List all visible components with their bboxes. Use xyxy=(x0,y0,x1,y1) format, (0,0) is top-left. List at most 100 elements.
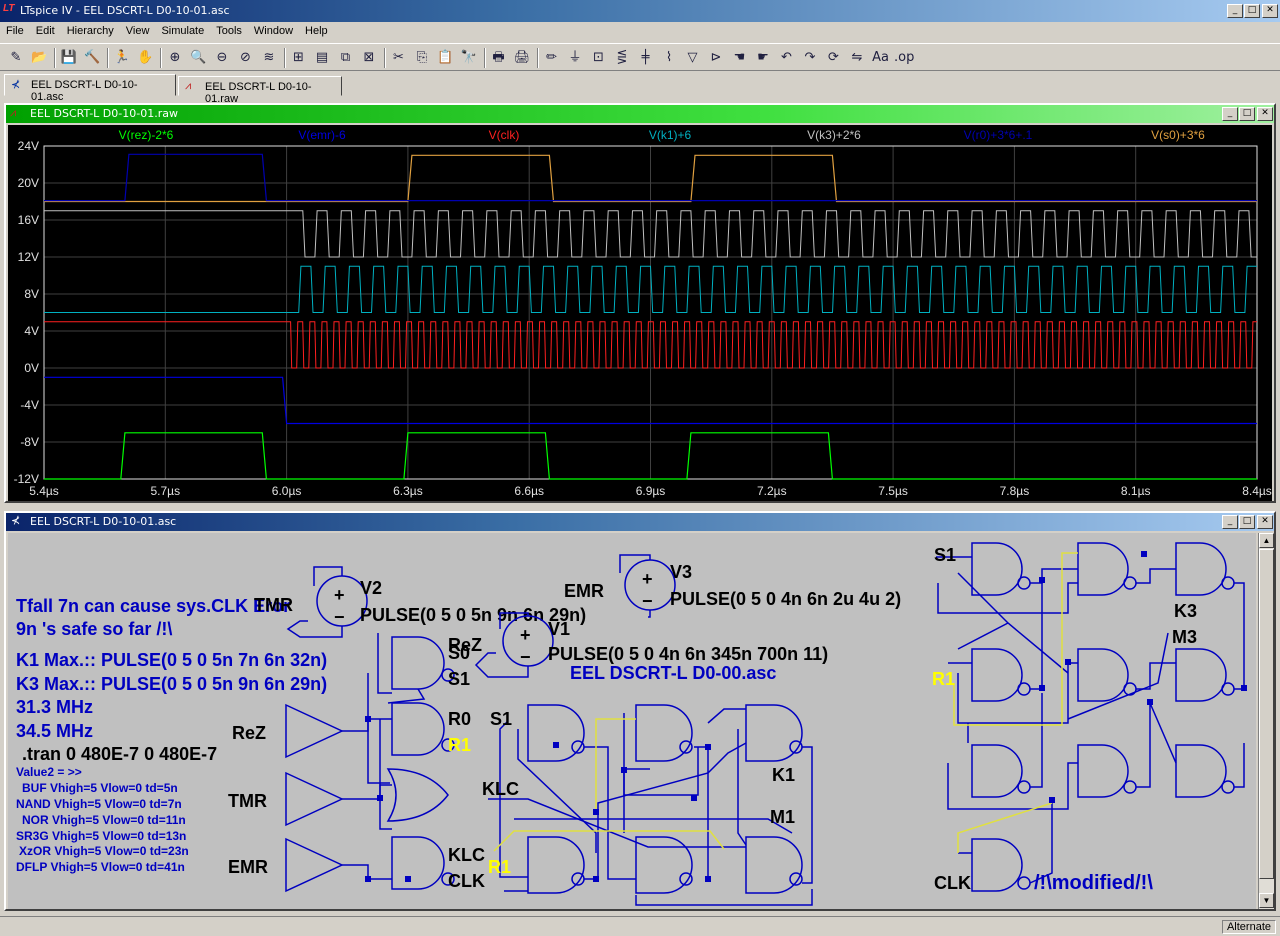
text-icon[interactable]: Aa xyxy=(871,48,891,68)
rotate-icon[interactable]: ⟳ xyxy=(824,48,844,68)
net-label: R1 xyxy=(932,669,955,689)
gate-matrix-right[interactable] xyxy=(936,542,1245,892)
toolbar-separator xyxy=(160,48,162,68)
open-icon[interactable]: 📂 xyxy=(30,48,50,68)
net-label: R1 xyxy=(448,735,471,755)
menu-window[interactable]: Window xyxy=(248,22,299,37)
maximize-button[interactable]: □ xyxy=(1239,107,1255,121)
trace-label: V(r0)+3*6+.1 xyxy=(964,128,1033,142)
close-window-icon[interactable]: ⊠ xyxy=(359,48,379,68)
grid-icon[interactable]: ⊞ xyxy=(289,48,309,68)
y-tick-label: 20V xyxy=(18,176,39,190)
net-label: CLK xyxy=(448,871,485,891)
spice-directive-icon[interactable]: .op xyxy=(894,48,914,68)
x-tick-label: 7.2µs xyxy=(757,484,787,498)
minimize-button[interactable]: _ xyxy=(1222,107,1238,121)
save-icon[interactable]: 💾 xyxy=(59,48,79,68)
net-label: S1 xyxy=(448,669,470,689)
run-icon[interactable]: 🏃 xyxy=(112,48,132,68)
schematic-icon: ⊀ xyxy=(11,514,21,527)
source-name: V2 xyxy=(360,578,382,598)
maximize-button[interactable]: □ xyxy=(1244,4,1260,18)
schematic-comment: 34.5 MHz xyxy=(16,721,93,741)
x-tick-label: 6.9µs xyxy=(636,484,666,498)
find-icon[interactable]: 🔭 xyxy=(459,48,479,68)
zoom-in-icon[interactable]: ⊕ xyxy=(165,48,185,68)
scroll-down-arrow-icon[interactable]: ▼ xyxy=(1259,893,1274,908)
halt-icon[interactable]: ✋ xyxy=(136,48,156,68)
autorange-icon[interactable]: ≋ xyxy=(259,48,279,68)
label-icon[interactable]: ⊡ xyxy=(589,48,609,68)
close-button[interactable]: ✕ xyxy=(1262,4,1278,18)
toolbar-separator xyxy=(107,48,109,68)
source-value: PULSE(0 5 0 4n 6n 2u 4u 2) xyxy=(670,589,901,609)
toolbar-separator xyxy=(483,48,486,68)
waveform-icon: ⩘ xyxy=(185,80,192,92)
schematic-svg[interactable]: Tfall 7n can cause sys.CLK Eror 9n 's sa… xyxy=(8,533,1256,909)
source-value: PULSE(0 5 0 4n 6n 345n 700n 11) xyxy=(548,644,828,664)
svg-text:−: − xyxy=(642,591,653,611)
move-icon[interactable]: ☚ xyxy=(730,48,750,68)
minimize-button[interactable]: _ xyxy=(1222,515,1238,529)
tile-horizontal-icon[interactable]: ▤ xyxy=(312,48,332,68)
component-icon[interactable]: ⊳ xyxy=(706,48,726,68)
zoom-area-icon[interactable]: 🔍 xyxy=(189,48,209,68)
scroll-up-arrow-icon[interactable]: ▲ xyxy=(1259,533,1274,548)
menu-simulate[interactable]: Simulate xyxy=(155,22,210,37)
wire-icon[interactable]: ✏ xyxy=(542,48,562,68)
gate-matrix-middle[interactable] xyxy=(488,704,813,906)
schematic-window-title-bar: ⊀ EEL DSCRT-L D0-10-01.asc _ □ ✕ xyxy=(6,513,1274,531)
undo-icon[interactable]: ↶ xyxy=(777,48,797,68)
close-button[interactable]: ✕ xyxy=(1257,107,1273,121)
waveform-svg[interactable]: 24V20V16V12V8V4V0V-4V-8V-12V5.4µs 5.7µs 6.… xyxy=(8,125,1272,501)
paste-icon[interactable]: 📋 xyxy=(436,48,456,68)
ground-icon[interactable]: ⏚ xyxy=(565,48,585,68)
tab-schematic[interactable]: ⊀ EEL DSCRT-L D0-10-01.asc xyxy=(4,74,176,103)
param-line: BUF Vhigh=5 Vlow=0 td=5n xyxy=(22,781,178,795)
cut-icon[interactable]: ✂ xyxy=(389,48,409,68)
tran-directive[interactable]: .tran 0 480E-7 0 480E-7 xyxy=(22,744,217,764)
redo-icon[interactable]: ↷ xyxy=(800,48,820,68)
scroll-thumb[interactable] xyxy=(1259,549,1274,879)
menu-view[interactable]: View xyxy=(120,22,156,37)
net-label: M1 xyxy=(770,807,795,827)
diode-icon[interactable]: ▽ xyxy=(683,48,703,68)
schematic-comment: 9n 's safe so far /!\ xyxy=(16,619,172,639)
tab-label: EEL DSCRT-L D0-10-01.raw xyxy=(205,81,312,105)
x-tick-label: 8.4µs xyxy=(1242,484,1272,498)
menu-bar: File Edit Hierarchy View Simulate Tools Window… xyxy=(0,22,1280,42)
schematic-canvas[interactable]: Tfall 7n can cause sys.CLK Eror 9n 's sa… xyxy=(8,533,1256,909)
mirror-icon[interactable]: ⇋ xyxy=(847,48,867,68)
buffer-gates[interactable] xyxy=(285,703,392,893)
close-button[interactable]: ✕ xyxy=(1257,515,1273,529)
menu-hierarchy[interactable]: Hierarchy xyxy=(61,22,120,37)
capacitor-icon[interactable]: ╪ xyxy=(636,48,656,68)
waveform-window: ⩘ EEL DSCRT-L D0-10-01.raw _ □ ✕ 24V 20V 1… xyxy=(4,103,1276,503)
trace-label: V(s0)+3*6 xyxy=(1151,128,1205,142)
toolbar-separator xyxy=(283,48,286,68)
menu-file[interactable]: File xyxy=(0,22,30,37)
minimize-button[interactable]: _ xyxy=(1227,4,1243,18)
waveform-plot[interactable]: 24V 20V 16V 12V 8V 4V 0V -4V -8V -12V 5.4µs 5.7µs 6.… xyxy=(8,125,1272,501)
status-text: Alternate xyxy=(1221,920,1276,934)
tab-waveform[interactable]: ⩘ EEL DSCRT-L D0-10-01.raw xyxy=(178,76,342,105)
inductor-icon[interactable]: ⌇ xyxy=(659,48,679,68)
control-panel-icon[interactable]: 🔨 xyxy=(83,48,103,68)
cascade-icon[interactable]: ⧉ xyxy=(336,48,356,68)
maximize-button[interactable]: □ xyxy=(1239,515,1255,529)
resistor-icon[interactable]: ⋚ xyxy=(612,48,632,68)
print-setup-icon[interactable]: 🖶 xyxy=(489,48,509,68)
new-schematic-icon[interactable]: ✎ xyxy=(6,48,26,68)
param-line: DFLP Vhigh=5 Vlow=0 td=41n xyxy=(16,860,185,874)
zoom-out-icon[interactable]: ⊖ xyxy=(212,48,232,68)
print-icon[interactable]: 🖨 xyxy=(512,48,532,68)
menu-edit[interactable]: Edit xyxy=(30,22,61,37)
menu-help[interactable]: Help xyxy=(299,22,334,37)
schematic-scrollbar[interactable]: ▲ ▼ xyxy=(1258,533,1274,909)
zoom-fit-icon[interactable]: ⊘ xyxy=(236,48,256,68)
copy-icon[interactable]: ⎘ xyxy=(412,48,432,68)
menu-tools[interactable]: Tools xyxy=(210,22,248,37)
drag-icon[interactable]: ☛ xyxy=(753,48,773,68)
latch-gates-1[interactable] xyxy=(367,633,455,890)
source-v2[interactable] xyxy=(286,566,368,638)
